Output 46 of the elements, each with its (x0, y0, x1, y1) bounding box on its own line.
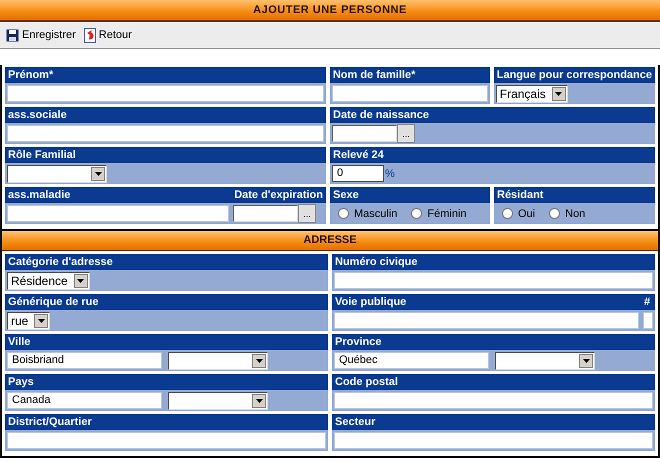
field-label: ass.maladie (5, 187, 232, 203)
section-title: ADRESSE (2, 231, 658, 251)
field-label: Catégorie d'adresse (5, 254, 328, 270)
field-label: Sexe (330, 187, 490, 203)
date-picker-button[interactable]: ... (397, 124, 415, 143)
date-field[interactable] (233, 205, 298, 222)
unit-label: % (385, 168, 395, 180)
date-field[interactable] (332, 125, 397, 142)
field-label: Relevé 24 (330, 147, 655, 163)
back-button[interactable]: Retour (84, 28, 132, 42)
field-label: Date de naissance (330, 107, 655, 123)
field-label: Rôle Familial (5, 147, 326, 163)
dropdown[interactable] (168, 352, 268, 370)
field-label: Générique de rue (5, 294, 328, 310)
date-picker-button[interactable]: ... (298, 204, 316, 223)
field-label: # (641, 294, 655, 310)
field-label: Numéro civique (332, 254, 655, 270)
field-label: Ville (5, 334, 328, 350)
field-label: Résidant (494, 187, 655, 203)
text-field[interactable]: Canada (7, 392, 162, 409)
field-label: Secteur (332, 414, 655, 430)
field-label: Pays (5, 374, 328, 390)
text-field[interactable]: Québec (334, 352, 489, 369)
dropdown[interactable]: Résidence (7, 272, 90, 290)
dropdown[interactable] (495, 352, 595, 370)
radio-option[interactable]: Féminin (411, 208, 467, 220)
radio-option[interactable]: Oui (502, 208, 536, 220)
field-label: Voie publique (332, 294, 641, 310)
percent-field[interactable]: 0 (332, 165, 384, 182)
dropdown[interactable] (7, 164, 107, 182)
page-title: AJOUTER UNE PERSONNE (0, 0, 660, 22)
field-label: Nom de famille* (330, 67, 490, 83)
field-label: Date d'expiration (231, 187, 326, 203)
dropdown[interactable]: rue (7, 312, 50, 330)
field-label: Province (332, 334, 655, 350)
field-label: Code postal (332, 374, 655, 390)
field-label: ass.sociale (5, 107, 326, 123)
radio-option[interactable]: Masculin (338, 208, 398, 220)
dropdown[interactable] (168, 392, 268, 410)
field-label: District/Quartier (5, 414, 328, 430)
text-field[interactable]: Boisbriand (7, 352, 162, 369)
radio-option[interactable]: Non (549, 208, 586, 220)
field-label: Prénom* (5, 67, 326, 83)
field-label: Langue pour correspondance (494, 67, 655, 83)
dropdown[interactable]: Français (496, 84, 568, 102)
save-button[interactable]: Enregistrer (6, 28, 76, 42)
